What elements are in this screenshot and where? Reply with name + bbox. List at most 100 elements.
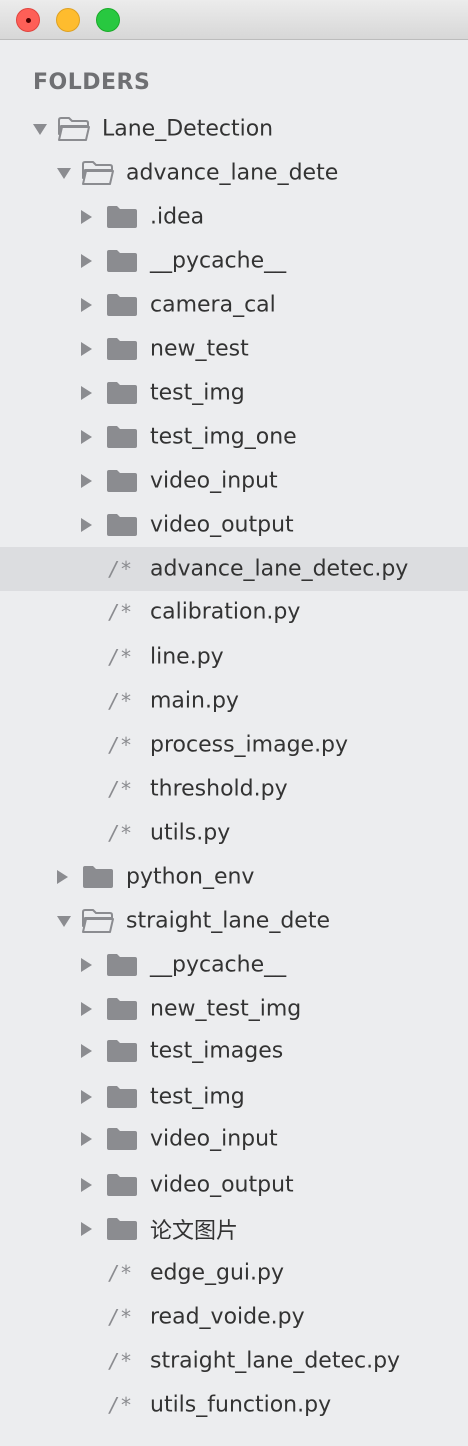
disclosure-right-icon[interactable] [81, 1132, 92, 1146]
tree-file-row[interactable]: /* utils_function.py [0, 1383, 468, 1427]
close-dot-icon [26, 18, 31, 23]
disclosure-right-icon[interactable] [81, 958, 92, 972]
tree-folder-row[interactable]: straight_lane_dete [0, 899, 468, 943]
disclosure-right-icon[interactable] [81, 430, 92, 444]
file-comment-icon: /* [108, 557, 133, 581]
disclosure-right-icon[interactable] [81, 474, 92, 488]
tree-file-row[interactable]: /* edge_gui.py [0, 1251, 468, 1295]
tree-folder-row[interactable]: advance_lane_dete [0, 151, 468, 195]
tree-file-row[interactable]: /* main.py [0, 679, 468, 723]
folder-icon [106, 953, 138, 977]
disclosure-down-icon[interactable] [57, 916, 71, 927]
file-comment-icon: /* [108, 1305, 133, 1329]
folder-icon [106, 249, 138, 273]
close-window-button[interactable] [16, 8, 40, 32]
tree-folder-row[interactable]: camera_cal [0, 283, 468, 327]
disclosure-right-icon[interactable] [81, 298, 92, 312]
disclosure-right-icon[interactable] [81, 1044, 92, 1058]
tree-folder-row[interactable]: new_test_img [0, 987, 468, 1031]
file-comment-icon: /* [108, 1393, 133, 1417]
folder-icon [106, 1039, 138, 1063]
disclosure-down-icon[interactable] [33, 124, 47, 135]
tree-file-row[interactable]: /* threshold.py [0, 767, 468, 811]
folder-open-icon [58, 117, 90, 141]
tree-item-label: straight_lane_dete [126, 908, 330, 934]
tree-folder-row[interactable]: test_images [0, 1029, 468, 1073]
folder-icon [106, 337, 138, 361]
disclosure-right-icon[interactable] [81, 1002, 92, 1016]
folder-open-icon [82, 909, 114, 933]
minimize-window-button[interactable] [56, 8, 80, 32]
tree-item-label: advance_lane_dete [126, 160, 339, 186]
tree-item-label: .idea [150, 204, 205, 230]
tree-folder-row[interactable]: Lane_Detection [0, 107, 468, 151]
tree-item-label: threshold.py [150, 776, 288, 802]
folder-icon [106, 997, 138, 1021]
tree-item-label: main.py [150, 688, 239, 714]
disclosure-right-icon[interactable] [81, 1222, 92, 1236]
tree-file-row[interactable]: /* advance_lane_detec.py [0, 547, 468, 591]
tree-item-label: __pycache__ [150, 248, 287, 274]
tree-file-row[interactable]: /* read_voide.py [0, 1295, 468, 1339]
tree-folder-row[interactable]: test_img [0, 371, 468, 415]
tree-folder-row[interactable]: video_input [0, 459, 468, 503]
disclosure-right-icon[interactable] [81, 1178, 92, 1192]
tree-item-label: test_img_one [150, 424, 297, 450]
tree-file-row[interactable]: /* straight_lane_detec.py [0, 1339, 468, 1383]
tree-folder-row[interactable]: __pycache__ [0, 239, 468, 283]
folder-icon [106, 1173, 138, 1197]
file-comment-icon: /* [108, 689, 133, 713]
tree-folder-row[interactable]: test_img_one [0, 415, 468, 459]
tree-item-label: video_output [150, 1172, 294, 1198]
disclosure-right-icon[interactable] [81, 254, 92, 268]
folder-icon [106, 381, 138, 405]
file-comment-icon: /* [108, 733, 133, 757]
tree-item-label: camera_cal [150, 292, 276, 318]
disclosure-right-icon[interactable] [81, 1090, 92, 1104]
tree-item-label: video_output [150, 512, 294, 538]
folder-icon [106, 513, 138, 537]
tree-folder-row[interactable]: .idea [0, 195, 468, 239]
tree-item-label: read_voide.py [150, 1304, 305, 1330]
tree-item-label: line.py [150, 644, 224, 670]
file-comment-icon: /* [108, 821, 133, 845]
folders-header: FOLDERS [33, 70, 151, 95]
folder-icon [106, 425, 138, 449]
folder-icon [106, 205, 138, 229]
tree-folder-row[interactable]: __pycache__ [0, 943, 468, 987]
tree-file-row[interactable]: /* line.py [0, 635, 468, 679]
folder-icon [106, 1217, 138, 1241]
tree-folder-row[interactable]: video_output [0, 503, 468, 547]
tree-folder-row[interactable]: video_input [0, 1117, 468, 1161]
folder-open-icon [82, 161, 114, 185]
tree-item-label: 论文图片 [150, 1219, 239, 1244]
tree-item-label: process_image.py [150, 732, 349, 758]
tree-folder-row[interactable]: new_test [0, 327, 468, 371]
tree-item-label: calibration.py [150, 599, 301, 625]
tree-item-label: test_img [150, 1084, 245, 1110]
tree-item-label: Lane_Detection [102, 116, 274, 142]
disclosure-right-icon[interactable] [57, 870, 68, 884]
maximize-window-button[interactable] [96, 8, 120, 32]
folder-icon [106, 469, 138, 493]
folder-icon [106, 1085, 138, 1109]
tree-folder-row[interactable]: 论文图片 [0, 1207, 468, 1251]
tree-folder-row[interactable]: python_env [0, 855, 468, 899]
tree-item-label: straight_lane_detec.py [150, 1348, 401, 1374]
tree-folder-row[interactable]: test_img [0, 1075, 468, 1119]
window-titlebar [0, 0, 468, 40]
disclosure-down-icon[interactable] [57, 168, 71, 179]
tree-file-row[interactable]: /* process_image.py [0, 723, 468, 767]
tree-file-row[interactable]: /* utils.py [0, 811, 468, 855]
disclosure-right-icon[interactable] [81, 210, 92, 224]
tree-file-row[interactable]: /* calibration.py [0, 590, 468, 634]
file-comment-icon: /* [108, 1349, 133, 1373]
disclosure-right-icon[interactable] [81, 342, 92, 356]
disclosure-right-icon[interactable] [81, 386, 92, 400]
tree-folder-row[interactable]: video_output [0, 1163, 468, 1207]
disclosure-right-icon[interactable] [81, 518, 92, 532]
tree-item-label: test_images [150, 1038, 284, 1064]
folder-icon [106, 1127, 138, 1151]
tree-item-label: video_input [150, 468, 278, 494]
tree-item-label: __pycache__ [150, 952, 287, 978]
